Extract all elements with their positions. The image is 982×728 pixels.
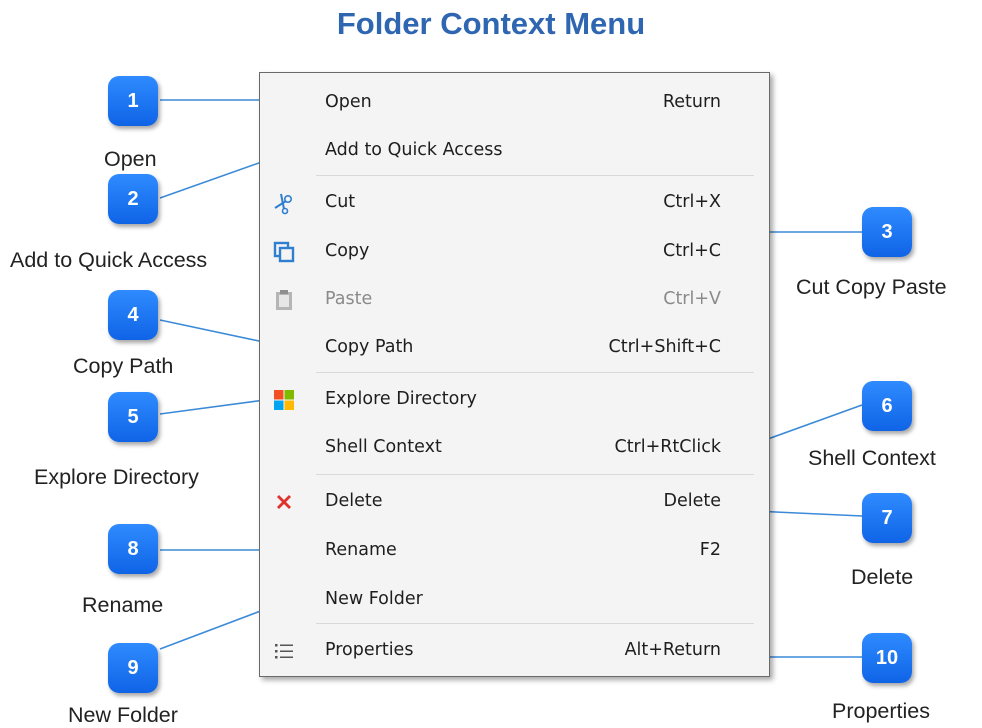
menu-item-label: Rename	[325, 540, 397, 560]
menu-separator	[316, 372, 754, 373]
menu-item-shell-context[interactable]: Shell Context Ctrl+RtClick	[260, 424, 769, 470]
menu-item-properties[interactable]: Properties Alt+Return	[260, 627, 769, 673]
callout-caption-8: Rename	[82, 593, 164, 617]
menu-item-explore-directory[interactable]: Explore Directory	[260, 376, 769, 422]
context-menu: Open Return Add to Quick Access Cut Ctrl…	[259, 72, 770, 677]
menu-item-label: Copy	[325, 241, 370, 261]
callout-caption-7: Delete	[851, 565, 914, 589]
callout-caption-4: Copy Path	[73, 354, 174, 378]
menu-item-shortcut: F2	[699, 540, 721, 560]
list-icon	[272, 639, 296, 663]
menu-item-shortcut: Delete	[663, 491, 722, 511]
menu-item-label: New Folder	[325, 589, 423, 609]
menu-item-label: Cut	[325, 192, 356, 212]
callout-badge-8: 8	[108, 524, 158, 574]
menu-item-delete[interactable]: Delete Delete	[260, 478, 769, 524]
callout-badge-7: 7	[862, 493, 912, 543]
callout-badge-5: 5	[108, 392, 158, 442]
callout-badge-4: 4	[108, 290, 158, 340]
callout-badge-2: 2	[108, 174, 158, 224]
callout-caption-1: Open	[104, 147, 157, 171]
menu-item-label: Copy Path	[325, 337, 414, 357]
callout-badge-3: 3	[862, 207, 912, 257]
menu-item-label: Properties	[325, 640, 414, 660]
menu-item-paste[interactable]: Paste Ctrl+V	[260, 276, 769, 322]
menu-item-copy[interactable]: Copy Ctrl+C	[260, 228, 769, 274]
scissors-icon	[272, 191, 296, 215]
callout-badge-10: 10	[862, 633, 912, 683]
menu-item-shortcut: Ctrl+RtClick	[614, 437, 721, 457]
callout-badge-9: 9	[108, 643, 158, 693]
callout-badge-1: 1	[108, 76, 158, 126]
menu-item-label: Shell Context	[325, 437, 442, 457]
callout-caption-2: Add to Quick Access	[10, 248, 208, 272]
copy-icon	[272, 240, 296, 264]
menu-item-cut[interactable]: Cut Ctrl+X	[260, 179, 769, 225]
menu-item-label: Paste	[325, 289, 373, 309]
callout-caption-6: Shell Context	[808, 446, 936, 470]
menu-separator	[316, 175, 754, 176]
menu-item-label: Add to Quick Access	[325, 140, 503, 160]
menu-item-shortcut: Return	[662, 92, 721, 112]
menu-item-shortcut: Alt+Return	[624, 640, 721, 660]
menu-item-shortcut: Ctrl+X	[663, 192, 721, 212]
menu-item-shortcut: Ctrl+C	[662, 241, 721, 261]
callout-caption-3: Cut Copy Paste	[796, 275, 947, 299]
callout-caption-10: Properties	[832, 699, 930, 723]
menu-item-add-to-quick-access[interactable]: Add to Quick Access	[260, 127, 769, 173]
menu-item-label: Open	[325, 92, 372, 112]
menu-item-open[interactable]: Open Return	[260, 79, 769, 125]
windows-icon	[272, 388, 296, 412]
menu-item-shortcut: Ctrl+Shift+C	[608, 337, 721, 357]
menu-separator	[316, 474, 754, 475]
menu-item-new-folder[interactable]: New Folder	[260, 576, 769, 622]
callout-caption-5: Explore Directory	[34, 465, 199, 489]
callout-badge-6: 6	[862, 381, 912, 431]
delete-x-icon	[272, 490, 296, 514]
clipboard-icon	[272, 288, 296, 312]
menu-separator	[316, 623, 754, 624]
callout-caption-9: New Folder	[68, 703, 178, 727]
menu-item-label: Delete	[325, 491, 383, 511]
menu-item-shortcut: Ctrl+V	[663, 289, 721, 309]
menu-item-rename[interactable]: Rename F2	[260, 527, 769, 573]
menu-item-copy-path[interactable]: Copy Path Ctrl+Shift+C	[260, 324, 769, 370]
menu-item-label: Explore Directory	[325, 389, 477, 409]
